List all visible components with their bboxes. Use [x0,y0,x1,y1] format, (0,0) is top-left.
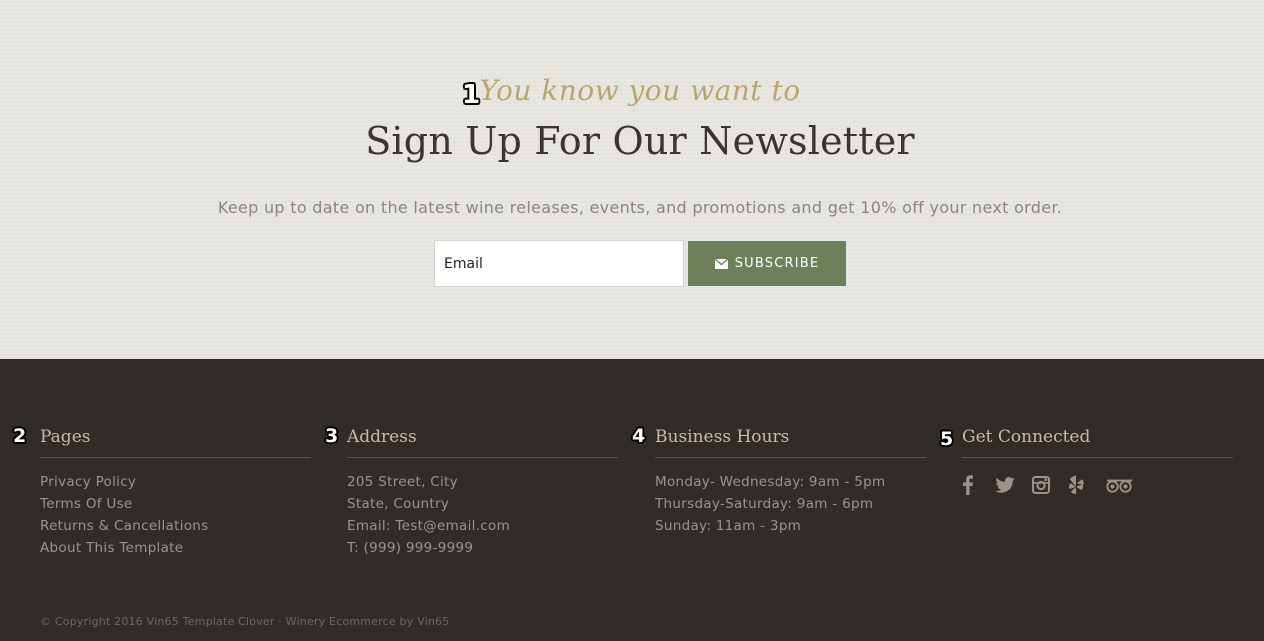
email-input[interactable] [434,240,684,287]
instagram-icon[interactable] [1031,474,1051,496]
hours-line: Thursday-Saturday: 9am - 6pm [655,496,874,512]
footer-connected-column: Get Connected [962,425,1233,496]
step-badge-4: 4 [632,425,646,447]
pages-list: Privacy Policy Terms Of Use Returns & Ca… [40,472,311,560]
hours-title: Business Hours [655,425,926,458]
list-item: About This Template [40,538,311,560]
list-item: Privacy Policy [40,472,311,494]
newsletter-headline: Sign Up For Our Newsletter [365,119,915,163]
hours-line: Sunday: 11am - 3pm [655,518,802,534]
step-badge-3: 3 [325,425,339,447]
address-phone: T: (999) 999-9999 [347,540,474,556]
address-line: 205 Street, City [347,474,458,490]
newsletter-section: 1 You know you want to Sign Up For Our N… [0,0,1264,359]
address-list: 205 Street, City State, Country Email: T… [347,472,618,560]
footer-address-column: Address 205 Street, City State, Country … [347,425,618,560]
address-line: State, Country [347,496,450,512]
footer-pages-column: Pages Privacy Policy Terms Of Use Return… [40,425,311,560]
terms-of-use-link[interactable]: Terms Of Use [40,496,133,512]
tripadvisor-icon[interactable] [1105,474,1133,496]
privacy-policy-link[interactable]: Privacy Policy [40,474,136,490]
newsletter-lead-text: Keep up to date on the latest wine relea… [217,198,1063,217]
list-item: Terms Of Use [40,494,311,516]
pages-title: Pages [40,425,311,458]
facebook-icon[interactable] [962,474,974,496]
about-template-link[interactable]: About This Template [40,540,183,556]
step-badge-5: 5 [940,428,954,450]
yelp-icon[interactable] [1067,474,1085,496]
newsletter-tagline: You know you want to [479,74,801,107]
twitter-icon[interactable] [994,474,1016,496]
subscribe-button[interactable]: SUBSCRIBE [688,241,846,286]
step-badge-2: 2 [13,425,27,447]
hours-list: Monday- Wednesday: 9am - 5pm Thursday-Sa… [655,472,926,538]
list-item: Returns & Cancellations [40,516,311,538]
address-title: Address [347,425,618,458]
returns-link[interactable]: Returns & Cancellations [40,518,209,534]
subscribe-label: SUBSCRIBE [734,256,820,271]
social-icons [962,474,1233,496]
copyright-text: © Copyright 2016 Vin65 Template Clover ·… [40,615,450,628]
hours-line: Monday- Wednesday: 9am - 5pm [655,474,886,490]
mail-icon [714,258,728,269]
footer-hours-column: Business Hours Monday- Wednesday: 9am - … [655,425,926,538]
site-footer: 2 3 4 5 Pages Privacy Policy Terms Of Us… [0,359,1264,641]
address-email[interactable]: Email: Test@email.com [347,516,618,538]
connected-title: Get Connected [962,425,1233,458]
